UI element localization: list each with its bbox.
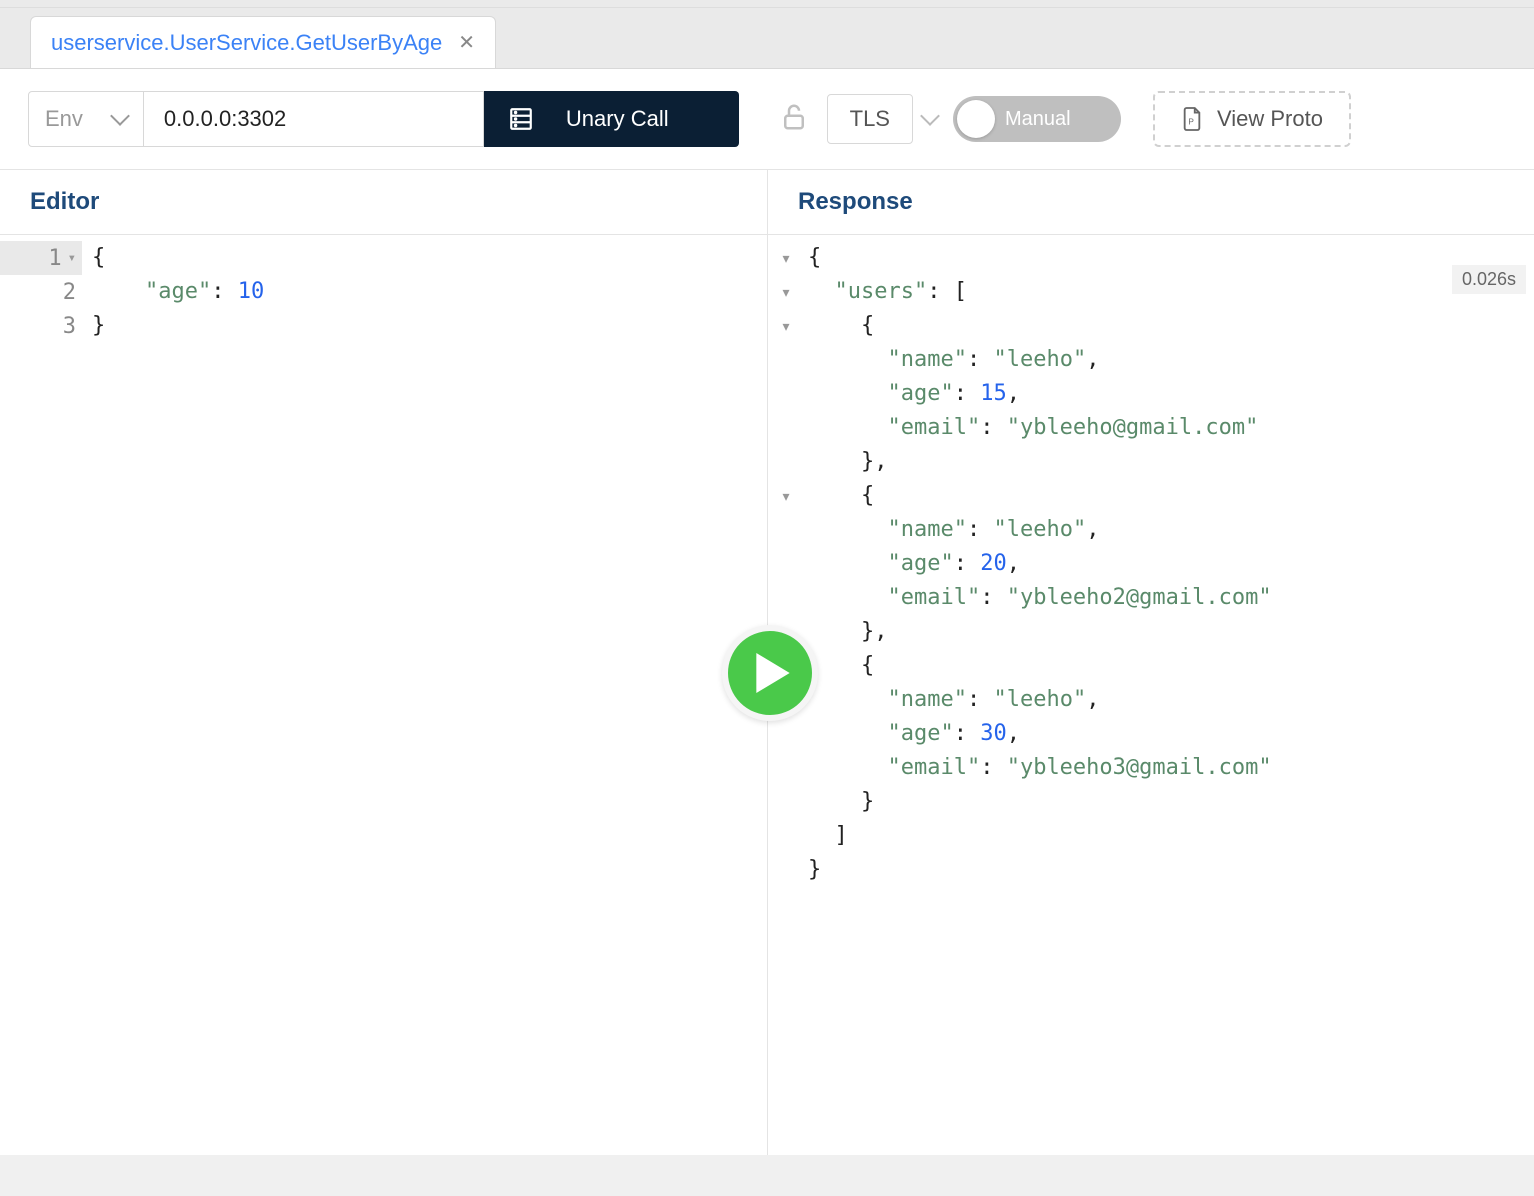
fold-row[interactable] xyxy=(768,513,804,547)
env-placeholder: Env xyxy=(45,106,83,132)
chevron-down-icon xyxy=(110,106,130,126)
response-panel: 0.026s ▾▾▾▾▾ { "users": [ { "name": "lee… xyxy=(768,235,1534,1155)
code-line: ] xyxy=(808,819,1534,853)
editor-panel[interactable]: 1▾23 { "age": 10} xyxy=(0,235,768,1155)
code-line: { xyxy=(808,649,1534,683)
tls-label: TLS xyxy=(850,106,890,132)
code-line: "name": "leeho", xyxy=(808,683,1534,717)
fold-icon[interactable]: ▾ xyxy=(68,250,76,266)
code-line: { xyxy=(808,241,1534,275)
code-line: "email": "ybleeho3@gmail.com" xyxy=(808,751,1534,785)
code-line: } xyxy=(808,853,1534,887)
play-button[interactable] xyxy=(722,625,818,721)
response-header: Response xyxy=(768,170,943,234)
editor-code[interactable]: { "age": 10} xyxy=(92,241,767,343)
svg-text:P: P xyxy=(1188,118,1194,127)
fold-row[interactable] xyxy=(768,717,804,751)
code-line[interactable]: } xyxy=(92,309,767,343)
code-line: { xyxy=(808,309,1534,343)
fold-row[interactable] xyxy=(768,853,804,887)
play-icon xyxy=(756,653,790,693)
code-line: }, xyxy=(808,445,1534,479)
fold-row[interactable] xyxy=(768,751,804,785)
editor-header: Editor xyxy=(0,170,768,234)
code-line: "age": 30, xyxy=(808,717,1534,751)
fold-row[interactable] xyxy=(768,785,804,819)
close-icon[interactable]: ✕ xyxy=(458,30,475,55)
call-type-label: Unary Call xyxy=(566,106,669,132)
code-line: "age": 15, xyxy=(808,377,1534,411)
gutter-line: 2 xyxy=(0,275,82,309)
tls-button[interactable]: TLS xyxy=(827,94,913,144)
code-line: } xyxy=(808,785,1534,819)
tab-bar: userservice.UserService.GetUserByAge ✕ xyxy=(0,8,1534,68)
window-top-strip xyxy=(0,0,1534,8)
fold-row[interactable] xyxy=(768,581,804,615)
file-icon: P xyxy=(1181,106,1203,132)
code-line: "name": "leeho", xyxy=(808,513,1534,547)
tab-title: userservice.UserService.GetUserByAge xyxy=(51,30,442,56)
fold-row[interactable]: ▾ xyxy=(768,275,804,309)
response-gutter: ▾▾▾▾▾ xyxy=(768,235,804,887)
call-type-button[interactable]: Unary Call xyxy=(484,91,739,147)
toggle-label: Manual xyxy=(1005,108,1071,131)
gutter-line: 1▾ xyxy=(0,241,82,275)
fold-row[interactable] xyxy=(768,445,804,479)
code-line[interactable]: "age": 10 xyxy=(92,275,767,309)
fold-row[interactable] xyxy=(768,377,804,411)
address-input[interactable] xyxy=(144,91,484,147)
toggle-knob xyxy=(957,100,995,138)
code-line: "email": "ybleeho2@gmail.com" xyxy=(808,581,1534,615)
gutter-line: 3 xyxy=(0,309,82,343)
panels: 1▾23 { "age": 10} 0.026s ▾▾▾▾▾ { "users"… xyxy=(0,235,1534,1155)
view-proto-label: View Proto xyxy=(1217,106,1323,132)
manual-toggle[interactable]: Manual xyxy=(953,96,1121,142)
code-line[interactable]: { xyxy=(92,241,767,275)
fold-row[interactable] xyxy=(768,819,804,853)
code-line: }, xyxy=(808,615,1534,649)
code-line: "name": "leeho", xyxy=(808,343,1534,377)
code-line: "users": [ xyxy=(808,275,1534,309)
chevron-down-icon[interactable] xyxy=(923,110,937,128)
code-line: { xyxy=(808,479,1534,513)
fold-row[interactable]: ▾ xyxy=(768,241,804,275)
fold-row[interactable]: ▾ xyxy=(768,479,804,513)
code-line: "age": 20, xyxy=(808,547,1534,581)
fold-row[interactable]: ▾ xyxy=(768,309,804,343)
panel-headers: Editor Response xyxy=(0,170,1534,235)
toolbar: Env Unary Call TLS Manual P View Proto xyxy=(0,68,1534,170)
code-line: "email": "ybleeho@gmail.com" xyxy=(808,411,1534,445)
fold-row[interactable] xyxy=(768,411,804,445)
tab-active[interactable]: userservice.UserService.GetUserByAge ✕ xyxy=(30,16,496,68)
view-proto-button[interactable]: P View Proto xyxy=(1153,91,1351,147)
fold-row[interactable] xyxy=(768,547,804,581)
lock-open-icon xyxy=(779,102,809,137)
server-icon xyxy=(508,106,534,132)
env-select[interactable]: Env xyxy=(28,91,144,147)
editor-gutter: 1▾23 xyxy=(0,235,82,343)
response-code: { "users": [ { "name": "leeho", "age": 1… xyxy=(808,241,1534,887)
fold-row[interactable] xyxy=(768,343,804,377)
